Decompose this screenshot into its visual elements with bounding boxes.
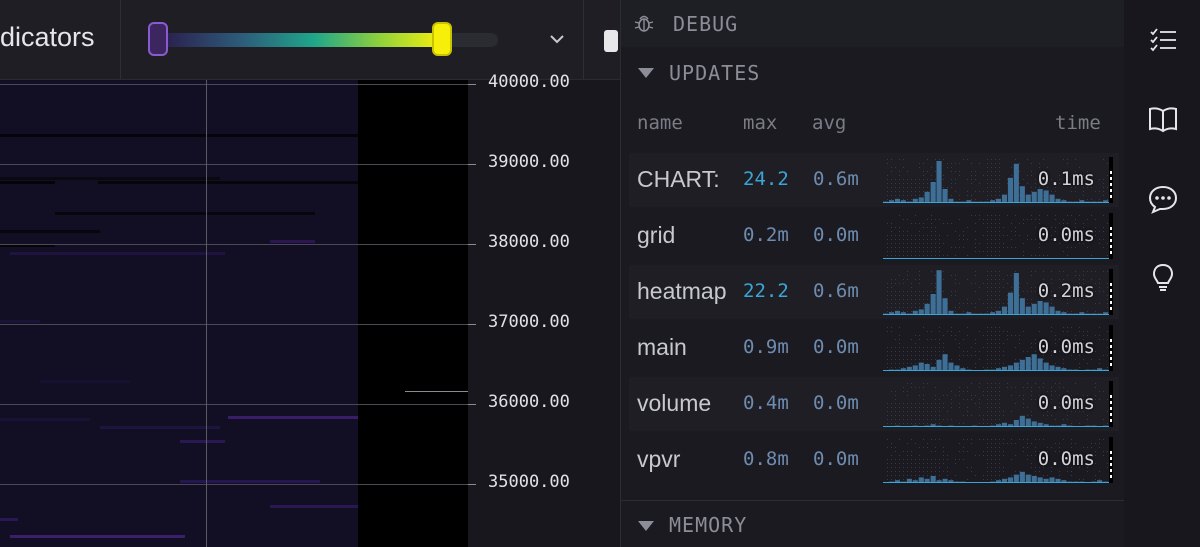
collapse-triangle-icon[interactable] <box>638 68 654 78</box>
column-header-avg: avg <box>812 112 846 134</box>
range-handle-min[interactable] <box>148 22 168 56</box>
row-name: heatmap <box>637 278 729 305</box>
axis-tick <box>468 324 476 325</box>
lightbulb-icon[interactable] <box>1148 262 1178 292</box>
collapse-triangle-icon[interactable] <box>638 521 654 531</box>
grid-line <box>0 404 468 405</box>
table-row[interactable]: volume 0.4m 0.0m 0.0ms <box>629 377 1119 431</box>
right-sidebar <box>1124 0 1200 547</box>
axis-tick <box>468 404 476 405</box>
toolbar-divider <box>120 0 121 79</box>
table-row[interactable]: grid 0.2m 0.0m 0.0ms <box>629 209 1119 263</box>
table-row[interactable]: CHART: 24.2 0.6m 0.1ms <box>629 153 1119 207</box>
drag-handle-icon[interactable] <box>1110 339 1112 367</box>
crosshair-line <box>206 80 207 547</box>
table-row[interactable]: vpvr 0.8m 0.0m 0.0ms <box>629 433 1119 487</box>
table-row[interactable]: main 0.9m 0.0m 0.0ms <box>629 321 1119 375</box>
chevron-down-icon[interactable] <box>546 28 568 50</box>
row-time: 0.0ms <box>1038 336 1095 358</box>
axis-tick <box>468 84 476 85</box>
column-header-time: time <box>1055 112 1101 134</box>
updates-section-toggle[interactable]: UPDATES <box>669 61 760 85</box>
partial-tool-icon[interactable] <box>604 30 618 52</box>
toolbar-divider <box>583 0 584 79</box>
price-label: 39000.00 <box>488 152 570 172</box>
drag-handle-icon[interactable] <box>1110 283 1112 311</box>
column-header-max: max <box>743 112 777 134</box>
drag-handle-icon[interactable] <box>1110 171 1112 199</box>
row-time: 0.0ms <box>1038 392 1095 414</box>
axis-tick <box>468 244 476 245</box>
book-icon[interactable] <box>1148 104 1178 134</box>
row-time: 0.1ms <box>1038 168 1095 190</box>
row-max: 0.8m <box>743 448 789 470</box>
bug-icon <box>633 12 655 34</box>
price-label: 40000.00 <box>488 72 570 92</box>
price-label: 35000.00 <box>488 472 570 492</box>
row-max: 0.4m <box>743 392 789 414</box>
debug-title: DEBUG <box>673 12 738 36</box>
row-name: main <box>637 334 729 361</box>
row-name: grid <box>637 222 729 249</box>
price-label: 36000.00 <box>488 392 570 412</box>
row-avg: 0.0m <box>813 448 859 470</box>
drag-handle-icon[interactable] <box>1110 395 1112 423</box>
price-label: 37000.00 <box>488 312 570 332</box>
price-axis[interactable]: 40000.00 39000.00 38000.00 37000.00 36000.00… <box>468 80 620 547</box>
axis-tick <box>468 164 476 165</box>
price-label: 38000.00 <box>488 232 570 252</box>
debug-header[interactable]: DEBUG <box>621 0 1125 47</box>
row-max: 0.9m <box>743 336 789 358</box>
row-avg: 0.0m <box>813 392 859 414</box>
row-time: 0.0ms <box>1038 448 1095 470</box>
checklist-icon[interactable] <box>1148 25 1178 55</box>
row-avg: 0.6m <box>813 280 859 302</box>
row-max: 22.2 <box>743 280 789 302</box>
grid-line <box>0 244 468 245</box>
row-avg: 0.0m <box>813 336 859 358</box>
memory-section-toggle[interactable]: MEMORY <box>669 513 747 537</box>
grid-line <box>0 164 468 165</box>
chat-icon[interactable] <box>1148 184 1178 214</box>
drag-handle-icon[interactable] <box>1110 451 1112 479</box>
row-avg: 0.0m <box>813 224 859 246</box>
row-max: 24.2 <box>743 168 789 190</box>
chart-toolbar: dicators <box>0 0 620 80</box>
indicators-button[interactable]: dicators <box>0 22 95 53</box>
row-name: CHART: <box>637 166 729 193</box>
debug-panel: DEBUG UPDATES name max avg time CHART: 24… <box>620 0 1126 547</box>
grid-line <box>0 324 468 325</box>
section-divider <box>621 500 1125 501</box>
row-name: vpvr <box>637 446 729 473</box>
heatmap-range-fill <box>158 33 442 47</box>
row-time: 0.2ms <box>1038 280 1095 302</box>
row-max: 0.2m <box>743 224 789 246</box>
grid-line <box>0 484 468 485</box>
column-header-name: name <box>637 112 683 134</box>
row-time: 0.0ms <box>1038 224 1095 246</box>
price-marker-line <box>405 391 468 392</box>
drag-handle-icon[interactable] <box>1110 227 1112 255</box>
axis-tick <box>468 484 476 485</box>
row-avg: 0.6m <box>813 168 859 190</box>
range-handle-max[interactable] <box>432 22 452 56</box>
row-name: volume <box>637 390 729 417</box>
table-row[interactable]: heatmap 22.2 0.6m 0.2ms <box>629 265 1119 319</box>
grid-line <box>0 84 468 85</box>
chart-grid <box>0 80 468 547</box>
